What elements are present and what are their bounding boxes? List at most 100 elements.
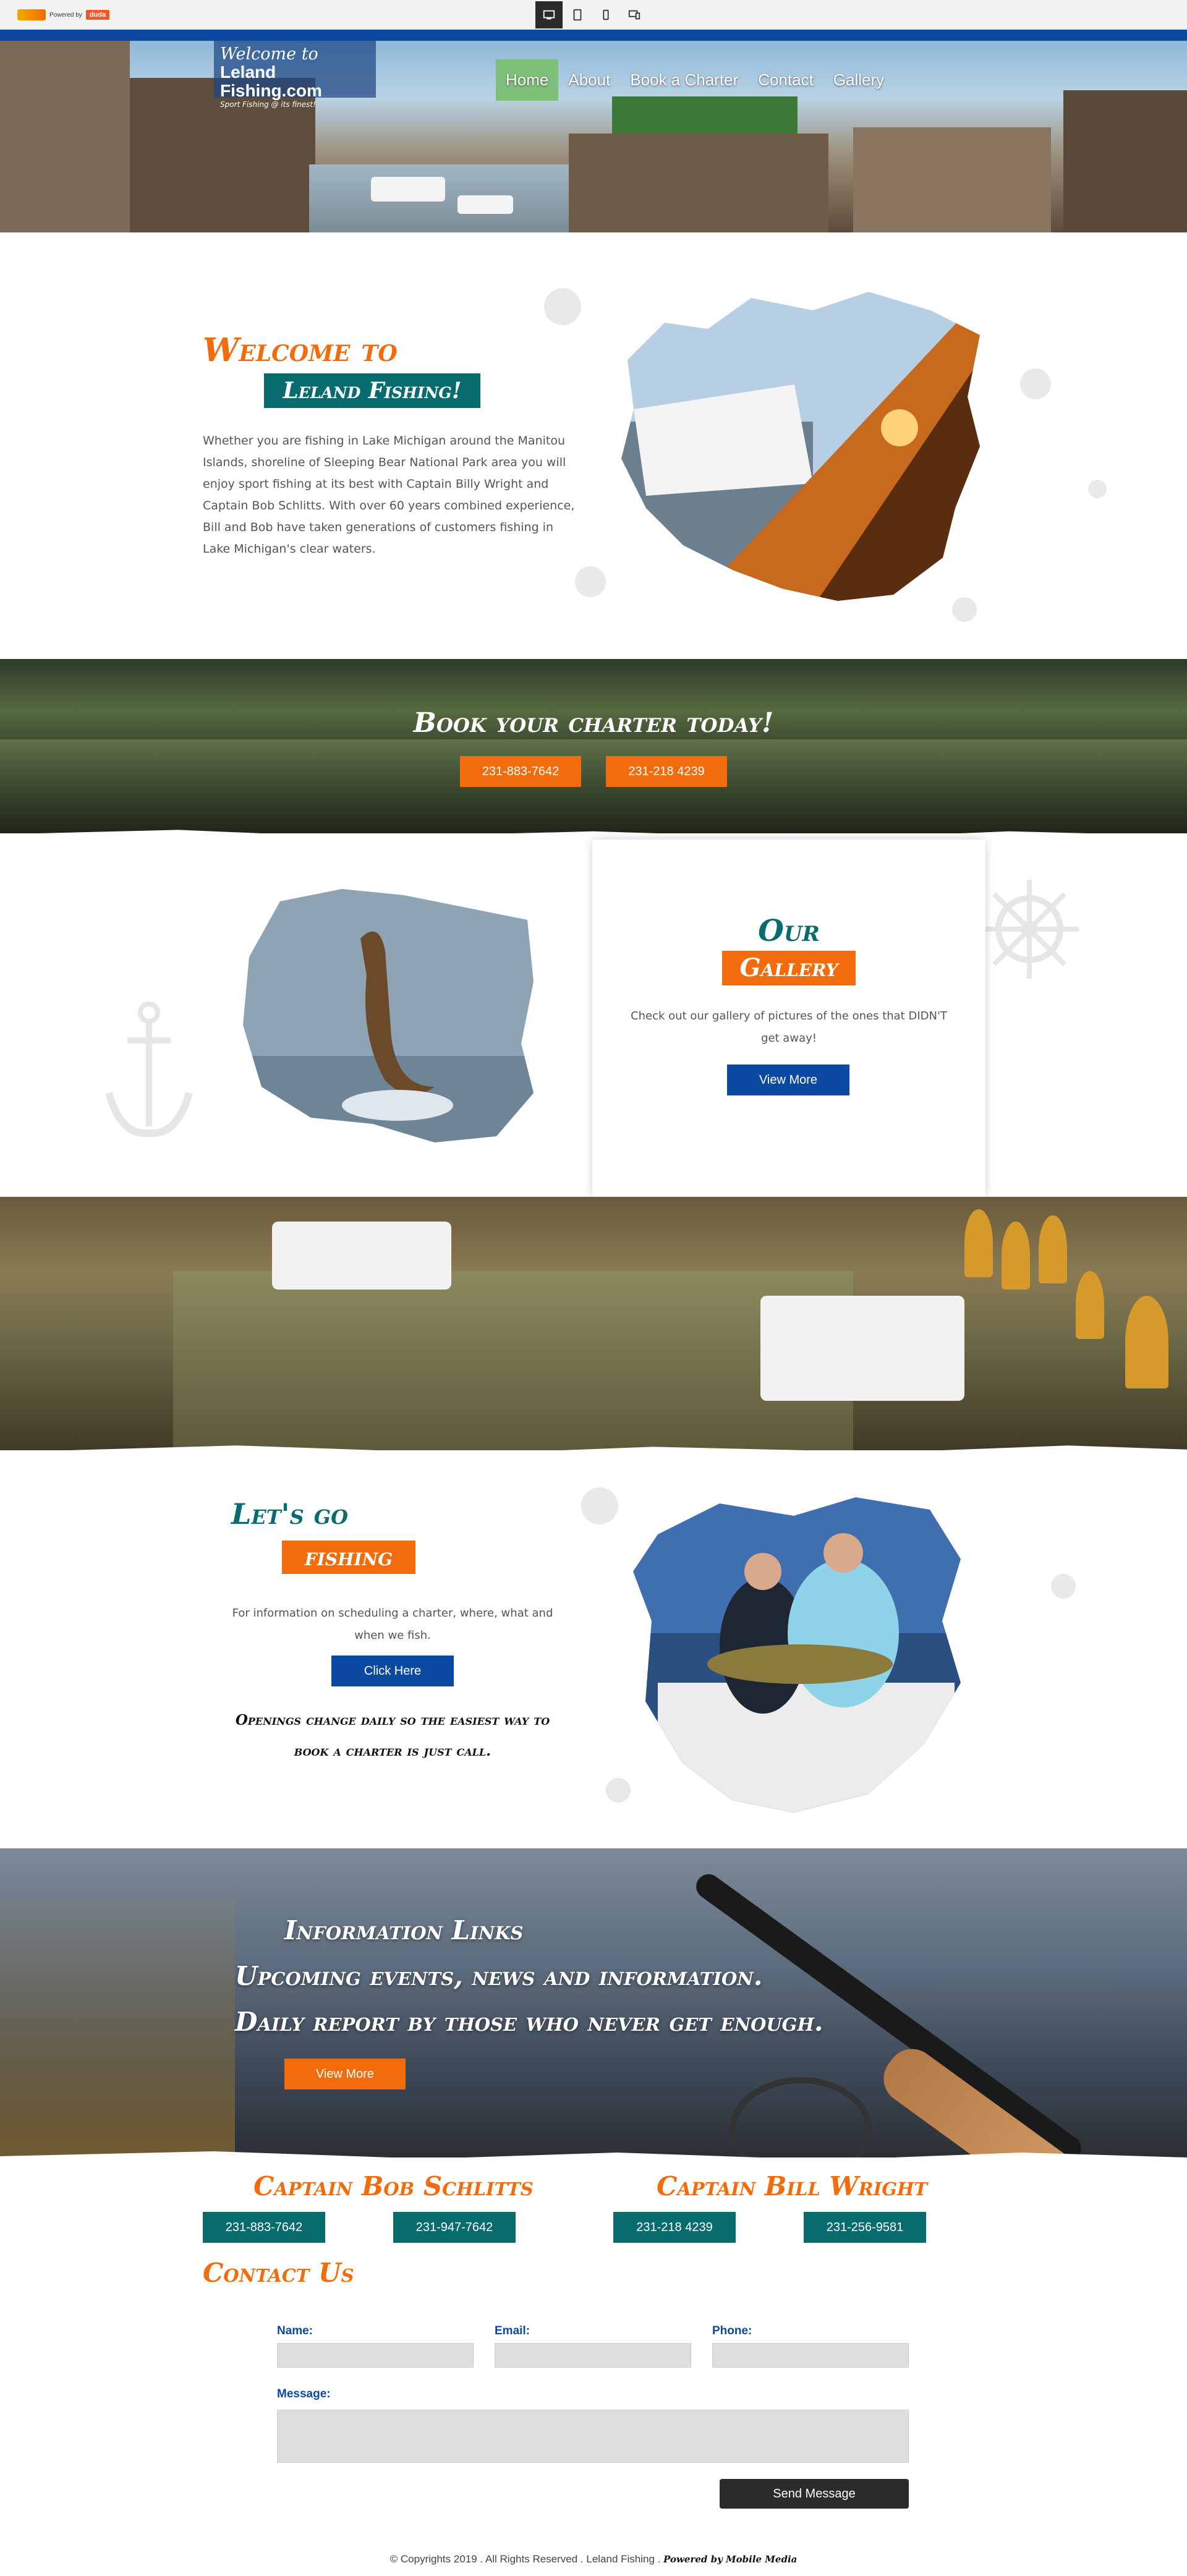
- hero-image-shack: [0, 41, 130, 232]
- tablet-view-button[interactable]: [564, 1, 591, 28]
- harbor-sailboat: [760, 1296, 964, 1401]
- gallery-card: Our Gallery Check out our gallery of pic…: [592, 840, 985, 1198]
- name-field-wrap: [277, 2343, 474, 2368]
- click-here-button[interactable]: Click Here: [331, 1656, 454, 1686]
- desktop-view-button[interactable]: [535, 1, 563, 28]
- info-text-block: Information Links Upcoming events, news …: [235, 1908, 823, 2045]
- message-label: Message:: [277, 2387, 331, 2400]
- ship-wheel-icon: [980, 880, 1079, 979]
- patio-umbrella: [1002, 1222, 1030, 1290]
- gallery-view-more-button[interactable]: View More: [727, 1065, 849, 1095]
- gallery-body-text: Check out our gallery of pictures of the…: [631, 1010, 947, 1045]
- jumping-fish-photo: [243, 889, 534, 1142]
- welcome-subtitle-badge: Leland Fishing!: [264, 373, 480, 408]
- info-view-more-button[interactable]: View More: [284, 2059, 406, 2089]
- name-label: Name:: [277, 2324, 313, 2337]
- message-field-wrap: [277, 2410, 909, 2463]
- duda-logo: duda: [85, 10, 110, 20]
- bill-phone-1-button[interactable]: 231-218 4239: [613, 2212, 736, 2243]
- captain-bob-name: Captain Bob Schlitts: [253, 2171, 534, 2201]
- email-field[interactable]: [495, 2344, 691, 2367]
- harbor-water: [173, 1271, 853, 1450]
- paint-splatter: [1088, 480, 1107, 498]
- paint-splatter: [575, 566, 606, 597]
- info-image-reel: [730, 2077, 872, 2157]
- captains-contact-section: Captain Bob Schlitts 231-883-7642 231-94…: [0, 2157, 1187, 2576]
- collage-sun: [881, 409, 918, 446]
- phone-field[interactable]: [713, 2344, 908, 2367]
- harbor-boat: [272, 1222, 451, 1290]
- patio-umbrella: [1125, 1296, 1168, 1388]
- site-brand-logo: [17, 9, 46, 20]
- paint-splatter: [1020, 368, 1051, 399]
- logo-welcome-text: Welcome to: [220, 45, 318, 64]
- phone-label: Phone:: [712, 2324, 752, 2337]
- footer-copyright: © Copyrights 2019 . All Rights Reserved …: [389, 2553, 661, 2565]
- desktop-icon: [543, 10, 555, 20]
- hero-image-shack: [569, 134, 828, 232]
- gallery-heading-badge: Gallery: [722, 951, 856, 985]
- tablet-icon: [573, 9, 582, 21]
- bob-phone-1-button[interactable]: 231-883-7642: [203, 2212, 325, 2243]
- lets-go-fishing-section: Let's go fishing For information on sche…: [0, 1450, 1187, 1848]
- call-button-883-7642[interactable]: 231-883-7642: [460, 756, 581, 787]
- book-charter-section: Book your charter today! 231-883-7642 23…: [0, 659, 1187, 833]
- call-button-218-4239[interactable]: 231-218 4239: [606, 756, 727, 787]
- hero-image-boat: [457, 195, 513, 214]
- paint-splatter: [581, 1487, 618, 1524]
- welcome-body-text: Whether you are fishing in Lake Michigan…: [203, 434, 575, 556]
- footer: © Copyrights 2019 . All Rights Reserved …: [0, 2553, 1187, 2565]
- book-image-reflection: [0, 739, 1187, 833]
- device-switcher: [535, 1, 648, 28]
- splash: [342, 1090, 453, 1121]
- welcome-photo-collage: [621, 292, 980, 601]
- gallery-heading-our: Our: [758, 914, 820, 948]
- hero-header: Welcome to Leland Fishing.com Sport Fish…: [0, 41, 1187, 232]
- editor-toolbar: Powered by duda: [0, 0, 1187, 30]
- mobile-icon: [603, 9, 609, 20]
- logo-tagline: Sport Fishing @ its finest!: [220, 100, 316, 109]
- message-field[interactable]: [278, 2410, 908, 2462]
- responsive-view-button[interactable]: [621, 1, 648, 28]
- nav-about[interactable]: About: [558, 59, 620, 101]
- hero-image-shack: [1063, 90, 1187, 232]
- captain-bill-name: Captain Bill Wright: [657, 2171, 927, 2201]
- patio-umbrella: [1076, 1271, 1104, 1339]
- powered-by-text: Powered by: [49, 11, 82, 19]
- bill-phone-2-button[interactable]: 231-256-9581: [804, 2212, 926, 2243]
- editor-brand: Powered by duda: [17, 7, 110, 22]
- hero-image-roof: [612, 96, 798, 134]
- hero-image-shack: [853, 127, 1051, 232]
- hero-image-boat: [371, 177, 445, 202]
- nav-contact[interactable]: Contact: [748, 59, 823, 101]
- book-charter-title: Book your charter today!: [413, 707, 774, 739]
- info-image-reeds: [0, 1898, 235, 2157]
- email-label: Email:: [495, 2324, 530, 2337]
- nav-book-a-charter[interactable]: Book a Charter: [620, 59, 748, 101]
- lets-go-title: Let's go: [231, 1497, 348, 1531]
- welcome-section: Welcome to Leland Fishing! Whether you a…: [0, 232, 1187, 659]
- paint-splatter: [1051, 1574, 1076, 1599]
- fishing-badge: fishing: [282, 1541, 415, 1574]
- patio-umbrella: [1039, 1215, 1067, 1283]
- bob-phone-2-button[interactable]: 231-947-7642: [393, 2212, 516, 2243]
- name-field[interactable]: [278, 2344, 473, 2367]
- footer-powered-by-link[interactable]: Powered by Mobile Media: [663, 2554, 797, 2565]
- contact-us-title: Contact Us: [203, 2258, 354, 2288]
- paint-splatter: [544, 288, 581, 325]
- nav-gallery[interactable]: Gallery: [823, 59, 894, 101]
- send-message-button[interactable]: Send Message: [720, 2479, 909, 2509]
- top-accent-strip: [0, 30, 1187, 41]
- openings-note: Openings change daily so the easiest way…: [235, 1712, 550, 1759]
- logo-site-name: Leland Fishing.com: [220, 62, 322, 100]
- site-logo[interactable]: Welcome to Leland Fishing.com Sport Fish…: [214, 41, 376, 109]
- mobile-view-button[interactable]: [592, 1, 619, 28]
- information-links-section: Information Links Upcoming events, news …: [0, 1848, 1187, 2157]
- info-title: Information Links: [284, 1915, 524, 1945]
- main-nav: Home About Book a Charter Contact Galler…: [496, 59, 894, 101]
- info-line-daily-report: Daily report by those who never get enou…: [235, 2007, 823, 2037]
- nav-home[interactable]: Home: [496, 59, 559, 101]
- phone-field-wrap: [712, 2343, 909, 2368]
- anglers-photo: [633, 1497, 961, 1813]
- harbor-image-band: [0, 1197, 1187, 1450]
